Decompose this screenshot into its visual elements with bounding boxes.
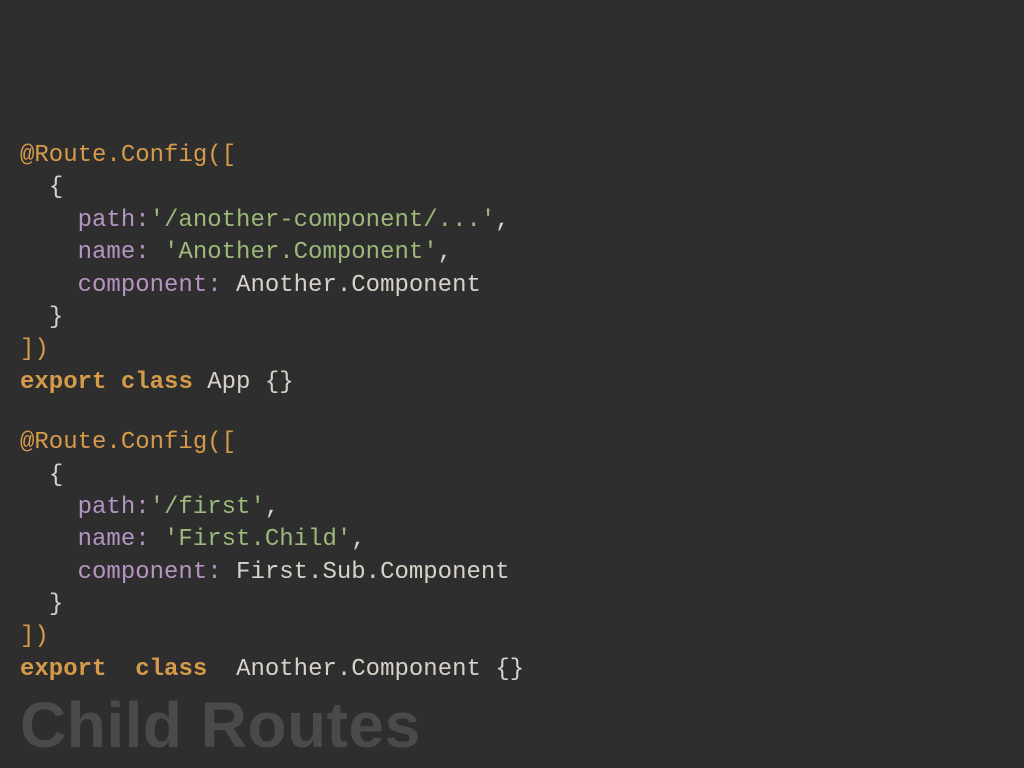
class-body: {} [265, 369, 294, 396]
prop-name-key: name: [78, 526, 150, 553]
slide-title: Child Routes [20, 688, 421, 762]
prop-component-key: component: [78, 272, 222, 299]
export-keyword: export [20, 656, 106, 683]
export-keyword: export [20, 369, 106, 396]
prop-path-value: '/first' [150, 494, 265, 521]
brace-open: { [49, 462, 63, 489]
prop-component-value: Another.Component [236, 272, 481, 299]
decorator-close: ]) [20, 336, 49, 363]
decorator-name: @Route.Config [20, 429, 207, 456]
class-keyword: class [121, 369, 193, 396]
prop-name-key: name: [78, 239, 150, 266]
decorator-open: ([ [207, 142, 236, 169]
class-name-another: Another.Component [236, 656, 481, 683]
prop-component-value: First.Sub.Component [236, 559, 510, 586]
prop-path-value: '/another-component/...' [150, 207, 496, 234]
brace-open: { [49, 174, 63, 201]
decorator-name: @Route.Config [20, 142, 207, 169]
prop-name-value: 'Another.Component' [164, 239, 438, 266]
comma: , [351, 526, 365, 553]
prop-path-key: path: [78, 494, 150, 521]
decorator-open: ([ [207, 429, 236, 456]
class-keyword: class [135, 656, 207, 683]
decorator-close: ]) [20, 623, 49, 650]
slide: @Route.Config([ { path:'/another-compone… [0, 0, 1024, 768]
prop-path-key: path: [78, 207, 150, 234]
code-block-2: @Route.Config([ { path:'/first', name: '… [20, 427, 1004, 686]
comma: , [265, 494, 279, 521]
class-name-app: App [207, 369, 250, 396]
code-block-1: @Route.Config([ { path:'/another-compone… [20, 140, 1004, 399]
class-body: {} [495, 656, 524, 683]
comma: , [438, 239, 452, 266]
comma: , [495, 207, 509, 234]
prop-name-value: 'First.Child' [164, 526, 351, 553]
brace-close: } [49, 304, 63, 331]
brace-close: } [49, 591, 63, 618]
prop-component-key: component: [78, 559, 222, 586]
